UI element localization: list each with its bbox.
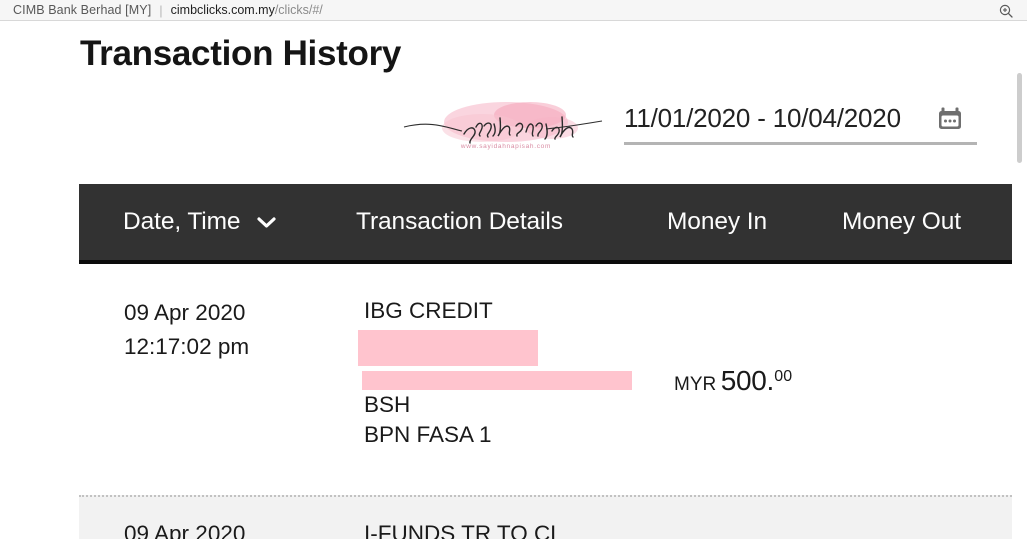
browser-window: CIMB Bank Berhad [MY] | cimbclicks.com.m… — [0, 0, 1027, 539]
svg-text:www.sayidahnapisah.com: www.sayidahnapisah.com — [460, 143, 551, 150]
column-header-date-time-label: Date, Time — [123, 208, 241, 235]
amount-value: 500 — [720, 365, 767, 396]
search-zoom-icon[interactable] — [998, 3, 1014, 19]
transaction-detail-line-3: BPN FASA 1 — [364, 422, 492, 447]
browser-url-bar[interactable]: CIMB Bank Berhad [MY] | cimbclicks.com.m… — [0, 0, 1027, 21]
redaction-block — [358, 330, 538, 366]
transaction-table-header: Date, Time Transaction Details Money In … — [79, 184, 1027, 264]
transaction-date-time: 09 Apr 2020 12:17:02 pm — [124, 296, 249, 364]
transaction-time: 12:17:02 pm — [124, 334, 250, 359]
url-text: cimbclicks.com.my/clicks/#/ — [171, 3, 323, 17]
site-identity-label: CIMB Bank Berhad [MY] — [13, 3, 152, 17]
transaction-detail-line-2: BSH — [364, 392, 411, 417]
date-range-value[interactable]: 11/01/2020 - 10/04/2020 — [624, 101, 901, 135]
transaction-detail-line-1: I-FUNDS TR TO CL — [364, 521, 563, 539]
transaction-date: 09 Apr 2020 — [124, 300, 246, 325]
redaction-block — [362, 371, 632, 390]
currency-label: MYR — [674, 374, 717, 395]
chevron-down-icon[interactable] — [256, 216, 277, 229]
column-header-money-in[interactable]: Money In — [667, 184, 767, 260]
url-separator: | — [159, 2, 163, 18]
table-row[interactable]: 09 Apr 2020 12:17:02 pm IBG CREDIT BSH B… — [79, 268, 1027, 495]
page-title: Transaction History — [80, 34, 402, 73]
column-header-transaction-details[interactable]: Transaction Details — [356, 184, 563, 260]
calendar-icon[interactable] — [937, 106, 963, 132]
amount-cents: 00 — [774, 368, 793, 385]
column-header-date-time[interactable]: Date, Time — [123, 184, 277, 260]
column-header-money-out[interactable]: Money Out — [842, 184, 961, 260]
url-domain: cimbclicks.com.my — [170, 3, 275, 17]
date-range-underline — [624, 142, 977, 145]
transaction-detail-line-1: IBG CREDIT — [364, 298, 493, 323]
transaction-date: 09 Apr 2020 — [124, 521, 246, 539]
watermark-logo: www.sayidahnapisah.com — [402, 98, 606, 156]
table-row[interactable]: 09 Apr 2020 I-FUNDS TR TO CL — [79, 495, 1027, 539]
money-in-amount: MYR 500.00 — [674, 365, 792, 397]
vertical-scrollbar[interactable] — [1012, 21, 1027, 539]
url-path: /clicks/#/ — [274, 3, 323, 17]
scrollbar-thumb[interactable] — [1017, 73, 1022, 163]
date-range-picker[interactable]: 11/01/2020 - 10/04/2020 — [624, 93, 977, 145]
